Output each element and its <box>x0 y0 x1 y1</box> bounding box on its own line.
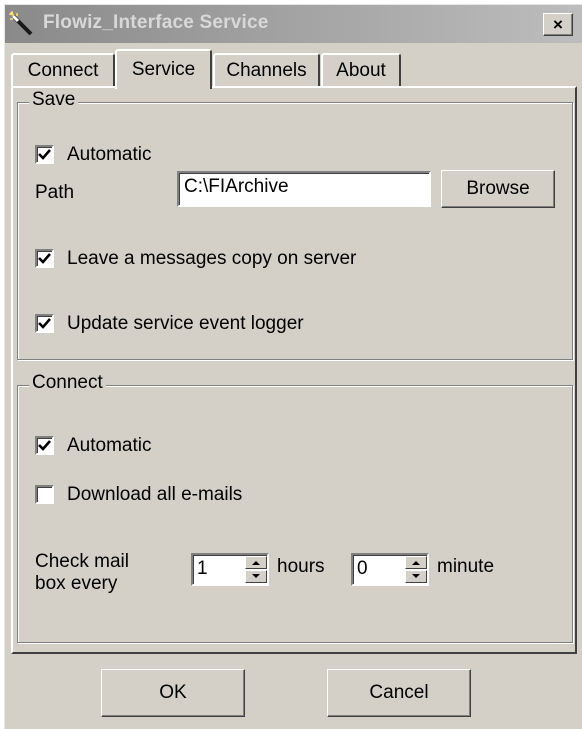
minutes-up-button[interactable] <box>405 556 427 569</box>
dialog-window: Flowiz_Interface Service × Connect Servi… <box>4 4 582 729</box>
tab-label: Connect <box>27 60 99 81</box>
cancel-label: Cancel <box>369 682 429 703</box>
tab-label: Service <box>131 59 196 80</box>
triangle-up-icon <box>412 561 420 565</box>
minutes-spinner[interactable]: 0 <box>351 553 429 586</box>
tab-connect[interactable]: Connect <box>11 53 115 87</box>
leave-copy-checkbox[interactable] <box>35 249 54 268</box>
checkmark-icon <box>38 318 51 329</box>
triangle-down-icon <box>412 574 420 578</box>
title-bar[interactable]: Flowiz_Interface Service × <box>5 5 582 43</box>
hours-label: hours <box>277 556 325 577</box>
minutes-label: minute <box>437 556 495 577</box>
checkmark-icon <box>38 149 51 160</box>
window-title: Flowiz_Interface Service <box>43 12 269 33</box>
tab-channels[interactable]: Channels <box>213 53 320 87</box>
tab-about[interactable]: About <box>321 53 401 87</box>
ok-label: OK <box>159 682 187 703</box>
save-automatic-checkbox[interactable] <box>35 145 54 164</box>
minutes-value: 0 <box>357 558 368 579</box>
connect-automatic-checkbox[interactable] <box>35 436 54 455</box>
magic-wand-icon <box>8 10 35 37</box>
triangle-up-icon <box>252 561 260 565</box>
hours-up-button[interactable] <box>245 556 267 569</box>
path-label: Path <box>35 182 75 203</box>
update-logger-label: Update service event logger <box>67 313 304 334</box>
cancel-button[interactable]: Cancel <box>327 669 471 717</box>
download-all-label: Download all e-mails <box>67 484 243 505</box>
browse-button[interactable]: Browse <box>441 170 555 208</box>
leave-copy-label: Leave a messages copy on server <box>67 248 357 269</box>
checkmark-icon <box>38 440 51 451</box>
check-mail-label-line2: box every <box>35 573 118 594</box>
path-value: C:\FIArchive <box>184 176 289 197</box>
checkmark-icon <box>38 253 51 264</box>
connect-groupbox <box>17 385 573 643</box>
connect-automatic-label: Automatic <box>67 435 152 456</box>
tab-service[interactable]: Service <box>115 49 212 89</box>
hours-value: 1 <box>197 558 208 579</box>
hours-spinner[interactable]: 1 <box>191 553 269 586</box>
save-group-legend: Save <box>29 89 79 111</box>
path-input[interactable]: C:\FIArchive <box>177 171 431 207</box>
tab-label: About <box>336 60 386 81</box>
download-all-checkbox[interactable] <box>35 485 54 504</box>
update-logger-checkbox[interactable] <box>35 314 54 333</box>
ok-button[interactable]: OK <box>101 669 245 717</box>
triangle-down-icon <box>252 574 260 578</box>
tab-label: Channels <box>226 60 307 81</box>
browse-label: Browse <box>466 178 530 199</box>
check-mail-label-line1: Check mail <box>35 551 129 572</box>
save-automatic-label: Automatic <box>67 144 152 165</box>
connect-group-legend: Connect <box>29 372 106 394</box>
service-tab-panel: Save Automatic Path C:\FIArchive Browse … <box>11 86 577 654</box>
close-button[interactable]: × <box>543 13 573 36</box>
close-icon: × <box>553 14 563 34</box>
minutes-down-button[interactable] <box>405 570 427 583</box>
hours-down-button[interactable] <box>245 570 267 583</box>
